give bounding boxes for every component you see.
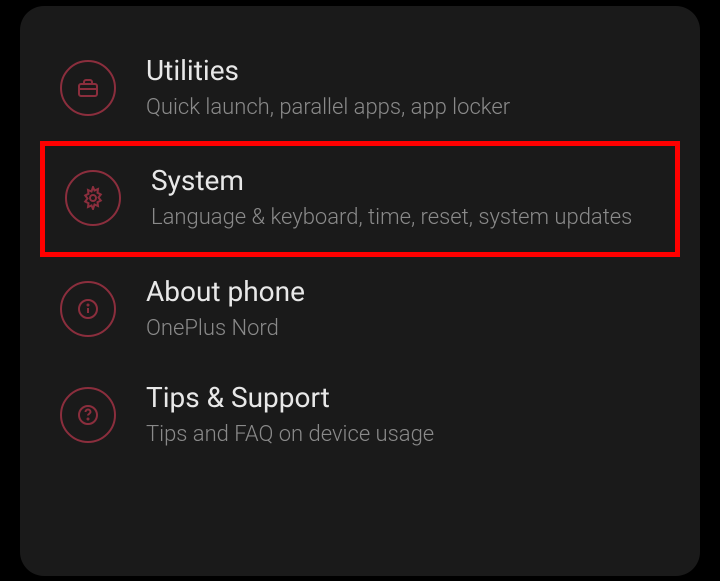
setting-text: About phone OnePlus Nord	[146, 275, 660, 345]
setting-subtitle: Quick launch, parallel apps, app locker	[146, 93, 660, 124]
setting-subtitle: OnePlus Nord	[146, 314, 660, 345]
setting-title: Utilities	[146, 54, 660, 87]
toolbox-icon	[60, 60, 116, 116]
setting-title: System	[151, 164, 655, 197]
setting-item-about-phone[interactable]: About phone OnePlus Nord	[20, 257, 700, 363]
settings-list: Utilities Quick launch, parallel apps, a…	[20, 6, 700, 576]
help-icon	[60, 387, 116, 443]
setting-text: Utilities Quick launch, parallel apps, a…	[146, 54, 660, 124]
gear-icon	[65, 170, 121, 226]
setting-item-utilities[interactable]: Utilities Quick launch, parallel apps, a…	[20, 36, 700, 142]
setting-item-tips-support[interactable]: Tips & Support Tips and FAQ on device us…	[20, 363, 700, 469]
setting-title: About phone	[146, 275, 660, 308]
setting-subtitle: Tips and FAQ on device usage	[146, 420, 660, 451]
setting-text: Tips & Support Tips and FAQ on device us…	[146, 381, 660, 451]
setting-subtitle: Language & keyboard, time, reset, system…	[151, 203, 655, 234]
setting-title: Tips & Support	[146, 381, 660, 414]
setting-text: System Language & keyboard, time, reset,…	[151, 164, 655, 234]
setting-item-system[interactable]: System Language & keyboard, time, reset,…	[40, 141, 680, 257]
info-icon	[60, 281, 116, 337]
